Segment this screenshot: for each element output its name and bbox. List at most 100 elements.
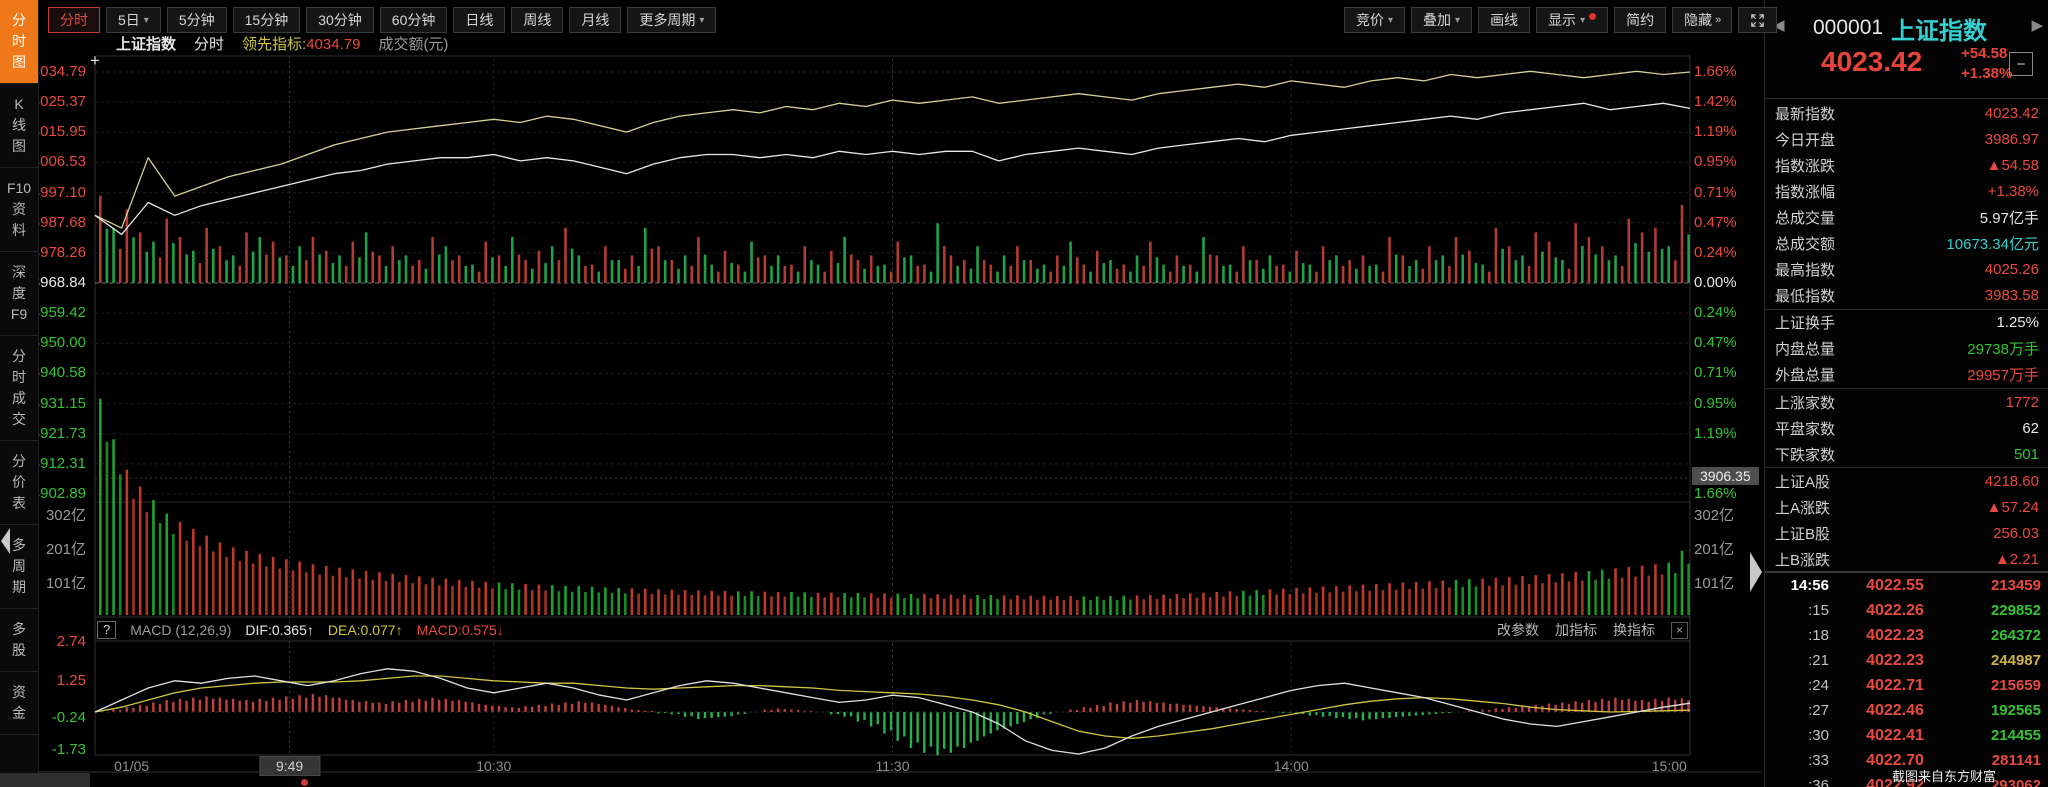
- percent-axis-label: 1.19%: [1694, 123, 1737, 141]
- last-price: 4023.42: [1821, 46, 1923, 77]
- macd-action-换指标[interactable]: 换指标: [1613, 620, 1655, 640]
- sidebar-item-label: F9: [10, 306, 28, 322]
- stat-value: 3986.97: [1984, 130, 2039, 148]
- legend-index-name: 上证指数: [116, 36, 177, 53]
- intraday-chart-canvas[interactable]: [0, 0, 2048, 787]
- tick-list[interactable]: 14:56 4022.55 213459:15 4022.26 229852:18 402…: [1765, 571, 2048, 787]
- collapse-panel-button[interactable]: −: [2009, 52, 2033, 76]
- sidebar-item-label: 时: [12, 33, 26, 49]
- sidebar-item-fenshi-trades[interactable]: 分时成交: [0, 336, 38, 441]
- stat-label: 下跌家数: [1775, 446, 1836, 464]
- button-显示[interactable]: 显示 ▾: [1536, 7, 1609, 33]
- lead-indicator-label: 领先指标:: [242, 36, 307, 53]
- stat-label: 指数涨幅: [1775, 183, 1836, 201]
- close-indicator-icon[interactable]: ×: [1670, 621, 1688, 639]
- percent-axis-label: 0.95%: [1694, 153, 1737, 171]
- tick-time: 14:56: [1790, 577, 1829, 594]
- tick-time: :30: [1808, 727, 1829, 744]
- tick-time: :21: [1808, 652, 1829, 669]
- sidebar-collapse-arrow-icon[interactable]: [1, 528, 10, 554]
- time-axis-label: 11:30: [875, 758, 910, 774]
- tick-row[interactable]: :27 4022.46 192565: [1765, 698, 2048, 723]
- sidebar-item-funds[interactable]: 资金: [0, 672, 38, 735]
- tick-row[interactable]: :24 4022.71 215659: [1765, 673, 2048, 698]
- tab-日线[interactable]: 日线: [453, 7, 506, 33]
- tick-time: :36: [1808, 777, 1829, 787]
- next-stock-arrow-icon[interactable]: ▶: [2031, 16, 2043, 34]
- tick-volume: 244987: [1990, 652, 2041, 669]
- sidebar-item-kline-chart[interactable]: K线图: [0, 84, 38, 168]
- stat-row: 上证换手 1.25%: [1765, 308, 2048, 336]
- stat-value: ▲57.24: [1986, 498, 2039, 516]
- sidebar-item-label: 股: [12, 642, 26, 658]
- stat-row: 上A涨跌 ▲57.24: [1765, 494, 2048, 520]
- stock-name: 上证指数: [1891, 18, 1987, 45]
- tab-60分钟[interactable]: 60分钟: [379, 7, 448, 33]
- sidebar-item-label: 资: [12, 201, 26, 217]
- bottom-scrollbar-stub[interactable]: [0, 773, 90, 787]
- tab-分时[interactable]: 分时: [48, 7, 100, 33]
- double-arrow-icon: »: [1715, 14, 1721, 26]
- tick-time: :27: [1808, 702, 1829, 719]
- tab-周线[interactable]: 周线: [511, 7, 564, 33]
- sidebar-item-label: 分: [12, 348, 26, 364]
- sidebar-item-price-table[interactable]: 分价表: [0, 441, 38, 525]
- sidebar-item-label: 图: [12, 54, 26, 70]
- macd-action-改参数[interactable]: 改参数: [1497, 620, 1539, 640]
- tab-5日[interactable]: 5日 ▾: [106, 7, 161, 33]
- tab-月线[interactable]: 月线: [569, 7, 622, 33]
- tick-row[interactable]: :18 4022.23 264372: [1765, 623, 2048, 648]
- sidebar-item-depth-f9[interactable]: 深度 F9: [0, 252, 38, 336]
- fullscreen-icon: [1751, 13, 1764, 27]
- macd-help-button[interactable]: ?: [97, 621, 117, 639]
- watermark: 截图来自东方财富: [1892, 769, 1997, 784]
- time-axis-label: 9:49: [258, 756, 321, 776]
- percent-axis-label: 0.95%: [1694, 394, 1737, 412]
- button-隐藏[interactable]: 隐藏»: [1672, 7, 1733, 33]
- stat-row: 平盘家数 62: [1765, 415, 2048, 441]
- macd-action-加指标[interactable]: 加指标: [1555, 620, 1597, 640]
- stat-row: 最低指数 3983.58: [1765, 283, 2048, 309]
- tab-5分钟[interactable]: 5分钟: [166, 7, 227, 33]
- tab-30分钟[interactable]: 30分钟: [306, 7, 374, 33]
- tick-price: 4022.26: [1866, 601, 1924, 619]
- sidebar-item-f10-info[interactable]: F10 资料: [0, 168, 38, 252]
- chart-tool-buttons: 竞价 ▾ 叠加 ▾ 画线 显示 ▾ 简约 隐藏»: [1344, 7, 1778, 33]
- stat-value: 29957万手: [1967, 367, 2039, 385]
- stat-label: 总成交量: [1775, 209, 1836, 227]
- sidebar-item-fenshi-chart[interactable]: 分时图: [0, 0, 38, 84]
- quote-stat-rows: 最新指数 4023.42 今日开盘 3986.97 指数涨跌 ▲54.58 指数涨幅 +1.3…: [1765, 100, 2048, 573]
- sidebar-item-label: 周: [12, 558, 26, 574]
- fullscreen-button[interactable]: [1738, 7, 1778, 33]
- sidebar-item-label: 资: [12, 684, 26, 700]
- tick-volume: 229852: [1990, 602, 2041, 619]
- stat-row: 外盘总量 29957万手: [1765, 362, 2048, 388]
- button-画线[interactable]: 画线: [1478, 7, 1531, 33]
- time-axis-label: 10:30: [476, 758, 512, 774]
- stat-label: 总成交额: [1775, 236, 1836, 254]
- tick-time: :18: [1808, 627, 1829, 644]
- stat-row: 今日开盘 3986.97: [1765, 126, 2048, 152]
- button-叠加[interactable]: 叠加 ▾: [1411, 7, 1473, 33]
- tab-更多周期[interactable]: 更多周期 ▾: [627, 7, 717, 33]
- quote-nav: ◀ 000001 上证指数 ▶: [1765, 10, 2048, 45]
- button-竞价[interactable]: 竞价 ▾: [1344, 7, 1406, 33]
- tick-volume: 264372: [1990, 627, 2041, 644]
- stat-row: 总成交量 5.97亿手: [1765, 204, 2048, 230]
- volume-axis-label-right: 201亿: [1694, 541, 1735, 559]
- stat-row: 上证B股 256.03: [1765, 521, 2048, 547]
- tick-row[interactable]: 14:56 4022.55 213459: [1765, 573, 2048, 598]
- tick-row[interactable]: :21 4022.23 244987: [1765, 648, 2048, 673]
- stat-row: 内盘总量 29738万手: [1765, 336, 2048, 362]
- stat-label: 上涨家数: [1775, 394, 1836, 412]
- sidebar-item-label: 分: [12, 453, 26, 469]
- sidebar-item-multi-stock[interactable]: 多股: [0, 609, 38, 672]
- tick-time: :33: [1808, 752, 1829, 769]
- tick-row[interactable]: :30 4022.41 214455: [1765, 723, 2048, 748]
- button-简约[interactable]: 简约: [1614, 7, 1667, 33]
- macd-header: ? MACD (12,26,9) DIF:0.365↑ DEA:0.077↑ M…: [97, 619, 1688, 641]
- stat-label: 外盘总量: [1775, 367, 1836, 385]
- tab-15分钟[interactable]: 15分钟: [232, 7, 301, 33]
- tick-row[interactable]: :15 4022.26 229852: [1765, 598, 2048, 623]
- percent-axis-label: 0.24%: [1694, 304, 1737, 322]
